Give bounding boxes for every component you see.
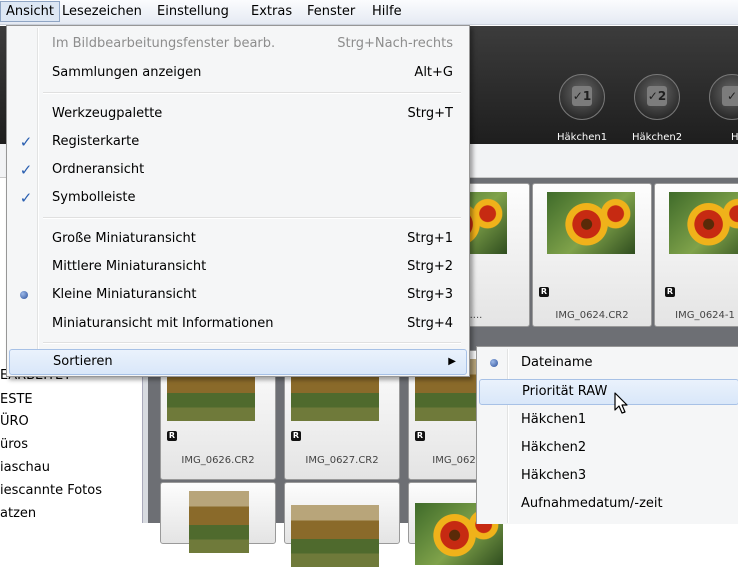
radio-bullet-icon [490, 359, 498, 367]
menu-item-sort[interactable]: Sortieren ▶ [9, 349, 467, 375]
menu-item-label: Symbolleiste [52, 190, 136, 205]
menu-lesezeichen[interactable]: Lesezeichen [57, 2, 147, 21]
view-menu-dropdown: Im Bildbearbeitungsfenster bearb. Strg+N… [6, 25, 470, 377]
thumbnail-image [547, 192, 635, 254]
mouse-pointer-icon [614, 392, 628, 414]
menu-item-toolbar[interactable]: ✓ Symbolleiste [9, 185, 465, 211]
menu-item-shortcut: Strg+3 [407, 287, 453, 302]
sort-item-check3[interactable]: Häkchen3 [479, 463, 737, 489]
folder-item[interactable]: üros [0, 437, 28, 452]
thumbnail[interactable] [284, 482, 400, 567]
sort-item-check2[interactable]: Häkchen2 [479, 435, 737, 461]
thumbnail-filename: IMG_0624.CR2 [555, 310, 629, 321]
menu-item-label: Häkchen1 [521, 412, 587, 427]
menu-item-label: Häkchen2 [521, 440, 587, 455]
menu-einstellung[interactable]: Einstellung [152, 2, 234, 21]
thumbnail-image [669, 192, 738, 254]
raw-badge-icon: R [167, 431, 177, 441]
menu-item-label: Registerkarte [52, 134, 140, 149]
thumbnail-filename: IMG_0627.CR2 [305, 455, 379, 466]
menu-item-shortcut: Strg+Nach-rechts [337, 36, 453, 51]
checkmark-icon: ✓ [19, 161, 33, 179]
folder-item[interactable]: iescannte Fotos [0, 483, 102, 498]
menu-item-shortcut: Strg+2 [407, 259, 453, 274]
menu-item-label: Häkchen3 [521, 468, 587, 483]
thumbnail-filename: IMG_0626.CR2 [181, 455, 255, 466]
menu-item-medium-thumbnails[interactable]: Mittlere Miniaturansicht Strg+2 [9, 254, 465, 280]
menu-item-shortcut: Strg+4 [407, 316, 453, 331]
menu-fenster[interactable]: Fenster [302, 2, 360, 21]
thumbnail[interactable]: R IMG_0624.CR2 [532, 183, 652, 327]
check-flag-1-icon[interactable]: ✓1 [559, 74, 605, 120]
raw-badge-icon: R [539, 287, 549, 297]
menu-item-label: Sammlungen anzeigen [52, 65, 202, 80]
submenu-arrow-icon: ▶ [448, 356, 456, 367]
folder-item[interactable]: atzen [0, 506, 36, 521]
sort-item-capture-date[interactable]: Aufnahmedatum/-zeit [479, 491, 737, 517]
thumbnail-image [291, 505, 379, 567]
menu-separator [43, 217, 461, 219]
check-flag-2-icon[interactable]: ✓2 [634, 74, 680, 120]
sort-submenu: Dateiname Priorität RAW Häkchen1 Häkchen… [476, 346, 738, 524]
menu-item-shortcut: Strg+T [407, 106, 453, 121]
filter-label-3: H [731, 132, 738, 143]
folder-item[interactable]: iaschau [0, 460, 50, 475]
menu-separator [43, 342, 461, 344]
folder-item[interactable]: ÜRO [0, 414, 29, 429]
checkmark-icon: ✓ [19, 133, 33, 151]
raw-badge-icon: R [665, 287, 675, 297]
menu-item-label: Mittlere Miniaturansicht [52, 259, 207, 274]
menu-item-label: Dateiname [521, 355, 593, 370]
menu-item-label: Sortieren [53, 354, 113, 369]
menu-item-label: Kleine Miniaturansicht [52, 287, 197, 302]
filter-label-2: Häkchen2 [632, 132, 683, 143]
menu-extras[interactable]: Extras [246, 2, 297, 21]
menu-item-label: Große Miniaturansicht [52, 231, 196, 246]
menu-item-folder-view[interactable]: ✓ Ordneransicht [9, 157, 465, 183]
sort-item-raw-priority[interactable]: Priorität RAW [479, 379, 738, 405]
filter-label-1: Häkchen1 [557, 132, 608, 143]
raw-badge-icon: R [291, 431, 301, 441]
folder-item[interactable]: ESTE [0, 392, 33, 407]
raw-badge-icon: R [415, 431, 425, 441]
sort-item-filename[interactable]: Dateiname [479, 350, 737, 376]
thumbnail-image [189, 491, 249, 553]
menu-item-small-thumbnails[interactable]: Kleine Miniaturansicht Strg+3 [9, 282, 465, 308]
menu-item-label: Werkzeugpalette [52, 106, 163, 121]
menu-item-label: Aufnahmedatum/-zeit [521, 496, 663, 511]
thumbnail[interactable]: R IMG_0624-1 [654, 183, 738, 327]
menu-item-shortcut: Alt+G [414, 65, 453, 80]
checkmark-icon: ✓ [19, 189, 33, 207]
menu-hilfe[interactable]: Hilfe [367, 2, 407, 21]
menu-item-large-thumbnails[interactable]: Große Miniaturansicht Strg+1 [9, 226, 465, 252]
menu-item-shortcut: Strg+1 [407, 231, 453, 246]
menu-item-label: Priorität RAW [522, 384, 608, 399]
thumbnail-filename: IMG_0624-1 [675, 310, 735, 321]
check-flag-3-icon[interactable]: ✓ [709, 74, 738, 120]
menu-item-edit-in-editor[interactable]: Im Bildbearbeitungsfenster bearb. Strg+N… [9, 31, 465, 57]
thumbnail[interactable] [160, 482, 276, 553]
menu-item-thumbnails-with-info[interactable]: Miniaturansicht mit Informationen Strg+4 [9, 311, 465, 337]
menu-item-label: Miniaturansicht mit Informationen [52, 316, 274, 331]
sort-item-check1[interactable]: Häkchen1 [479, 407, 737, 433]
menu-item-show-collections[interactable]: Sammlungen anzeigen Alt+G [9, 60, 465, 86]
menu-separator [43, 92, 461, 94]
menu-item-tab[interactable]: ✓ Registerkarte [9, 129, 465, 155]
menu-bar: Ansicht Lesezeichen Einstellung Extras F… [0, 0, 738, 25]
menu-item-label: Ordneransicht [52, 162, 145, 177]
menu-item-tool-palette[interactable]: Werkzeugpalette Strg+T [9, 101, 465, 127]
radio-bullet-icon [20, 291, 28, 299]
menu-item-label: Im Bildbearbeitungsfenster bearb. [52, 36, 276, 51]
menu-ansicht[interactable]: Ansicht [0, 1, 61, 22]
